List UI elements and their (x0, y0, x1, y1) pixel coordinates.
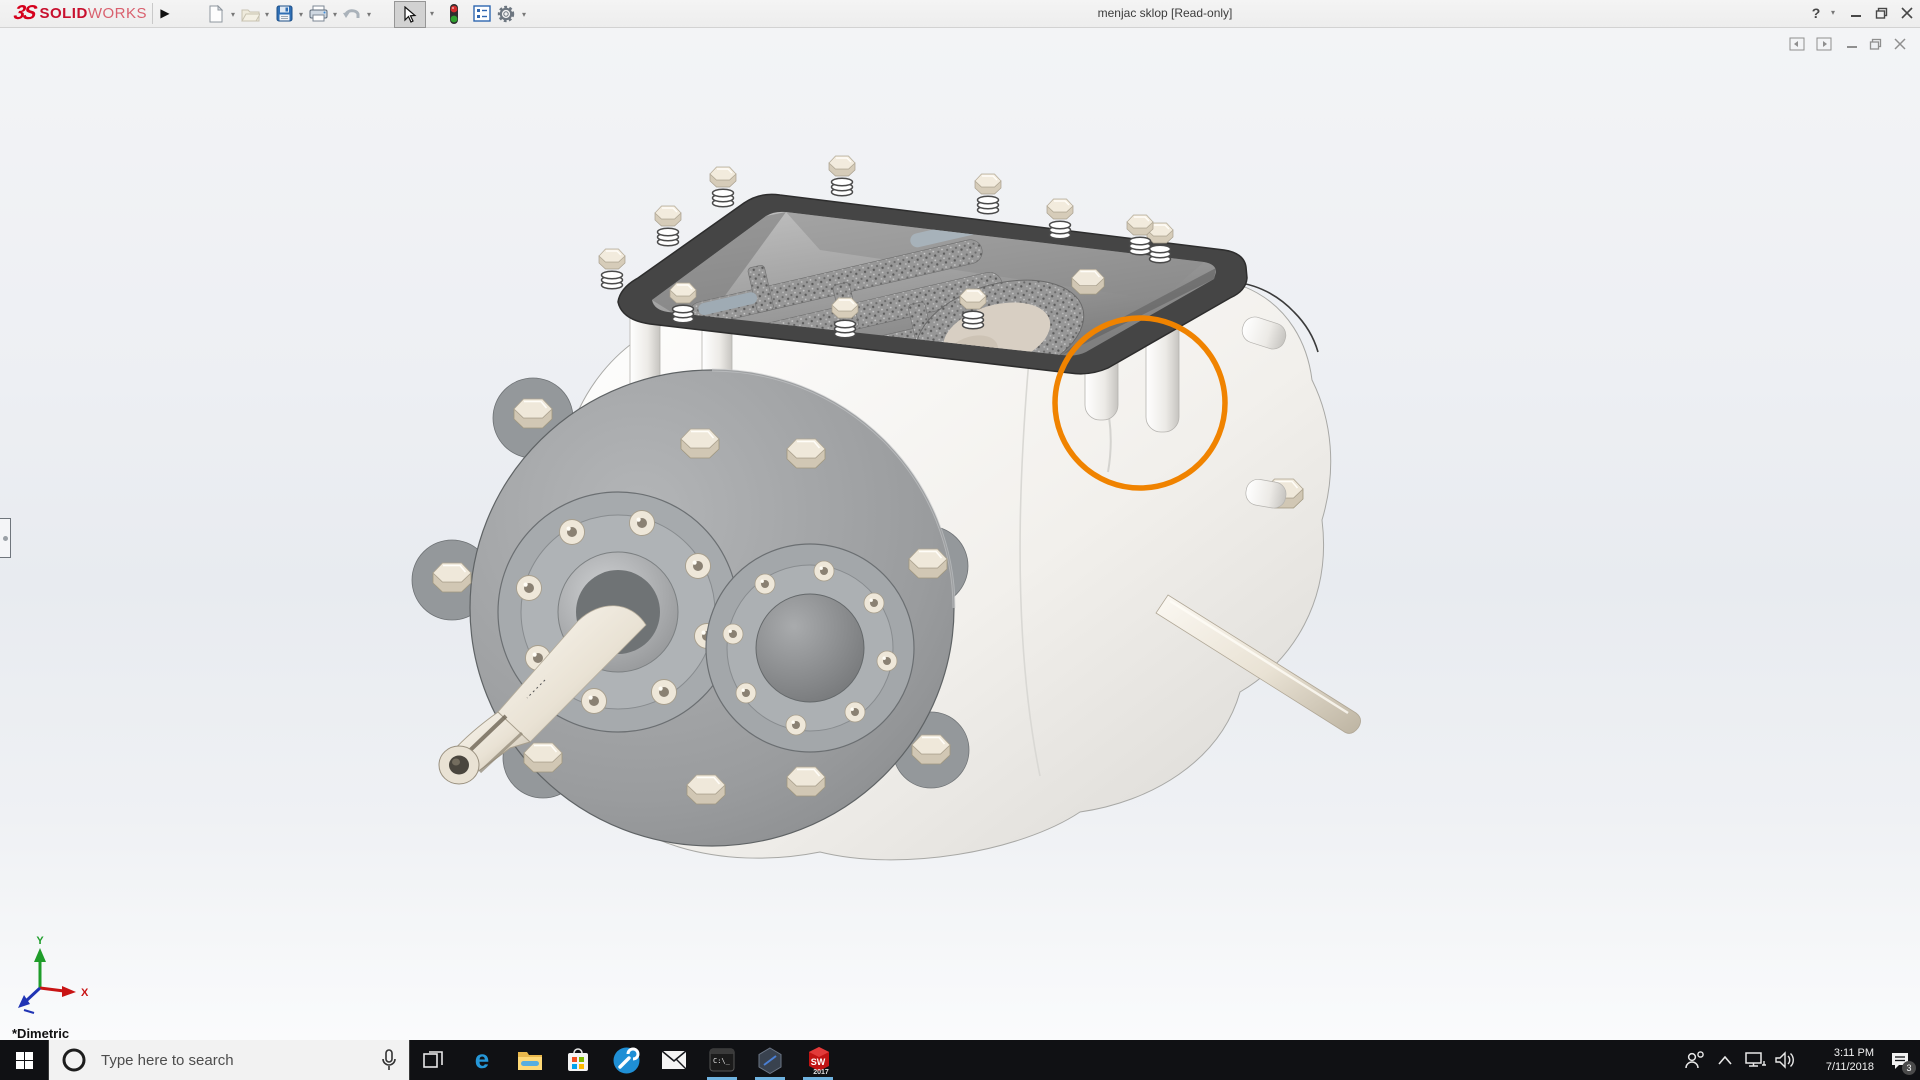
restore-icon (1875, 7, 1887, 19)
volume-button[interactable] (1770, 1040, 1800, 1080)
system-tray: 3:11 PM 7/11/2018 3 (1680, 1040, 1920, 1080)
triad-x-arrow-icon (62, 986, 76, 997)
brand-works: WORKS (87, 5, 147, 22)
ds-logo-icon: 3S (11, 2, 37, 24)
triad-y-label: Y (36, 935, 44, 947)
start-button[interactable] (0, 1040, 48, 1080)
taskbar-search-input[interactable]: Type here to search (48, 1040, 410, 1080)
graphics-area[interactable]: Y X *Dimetric (0, 28, 1920, 1041)
save-caret[interactable]: ▾ (296, 8, 306, 20)
rebuild-button[interactable] (442, 2, 466, 25)
open-folder-icon (240, 9, 260, 21)
options-gear-icon (497, 5, 515, 22)
save-button[interactable] (272, 2, 296, 25)
network-button[interactable] (1740, 1040, 1770, 1080)
file-properties-icon (473, 5, 491, 22)
microsoft-store-icon (568, 1048, 588, 1071)
new-document-button[interactable] (204, 2, 228, 25)
mail-icon (661, 1050, 687, 1070)
tray-overflow-button[interactable] (1710, 1040, 1740, 1080)
print-caret[interactable]: ▾ (330, 8, 340, 20)
tray-date: 7/11/2018 (1825, 1061, 1874, 1073)
windows-taskbar: Type here to search e C:\_ SW 2017 3:11 … (0, 1040, 1920, 1080)
select-cursor-icon (404, 6, 417, 23)
people-icon (1685, 1051, 1704, 1069)
task-view-icon (423, 1051, 443, 1068)
taskbar-support-app[interactable] (602, 1040, 650, 1080)
solidworks-logo: 3S SOLID WORKS (11, 2, 147, 25)
notification-badge: 3 (1902, 1061, 1916, 1075)
window-title: menjac sklop [Read-only] (1097, 6, 1233, 20)
hexagon-app-icon (758, 1046, 782, 1074)
taskbar-edge[interactable]: e (458, 1040, 506, 1080)
undo-button[interactable] (340, 2, 364, 25)
view-orientation-label: *Dimetric (12, 1026, 70, 1041)
minimize-button[interactable] (1846, 4, 1866, 22)
print-icon (309, 5, 327, 22)
open-caret[interactable]: ▾ (262, 8, 272, 20)
restore-button[interactable] (1871, 4, 1891, 22)
rebuild-traffic-light-icon (450, 3, 458, 24)
triad-y-arrow-icon (34, 948, 46, 962)
undo-caret[interactable]: ▾ (364, 8, 374, 20)
save-floppy-icon (276, 5, 292, 22)
toolbar-separator (152, 3, 153, 24)
cortana-icon (62, 1048, 86, 1072)
new-document-icon (209, 4, 224, 22)
svg-text:2017: 2017 (813, 1069, 829, 1075)
minimize-icon (1851, 15, 1861, 17)
open-button[interactable] (238, 2, 262, 25)
file-explorer-icon (518, 1052, 542, 1070)
new-document-caret[interactable]: ▾ (228, 8, 238, 20)
chevron-up-icon (1718, 1055, 1732, 1065)
edge-icon: e (475, 1046, 489, 1074)
wrench-app-icon (613, 1047, 639, 1073)
reference-triad[interactable]: Y X (18, 935, 89, 1014)
taskbar-solidworks[interactable]: SW 2017 (794, 1040, 842, 1080)
taskbar-file-explorer[interactable] (506, 1040, 554, 1080)
action-center-button[interactable]: 3 (1880, 1040, 1920, 1080)
taskbar-developer-app[interactable] (746, 1040, 794, 1080)
undo-icon (343, 8, 360, 18)
gearbox-3d-model[interactable]: Y X (0, 28, 1920, 1040)
options-button[interactable] (494, 2, 518, 25)
svg-text:e: e (475, 1046, 489, 1074)
print-button[interactable] (306, 2, 330, 25)
tray-time: 3:11 PM (1833, 1047, 1874, 1059)
close-button[interactable] (1897, 4, 1917, 22)
titlebar: 3S SOLID WORKS ▶ ▾ ▾ ▾ ▾ ▾ ▾ ▾ menjac sk… (0, 0, 1920, 28)
triad-x-label: X (81, 987, 89, 999)
select-tool-button[interactable] (394, 1, 426, 28)
solidworks-window: 3S SOLID WORKS ▶ ▾ ▾ ▾ ▾ ▾ ▾ ▾ menjac sk… (0, 0, 1920, 1080)
windows-logo-icon (15, 1051, 33, 1069)
svg-text:SW: SW (810, 1057, 825, 1067)
menu-flyout-arrow-icon[interactable]: ▶ (157, 1, 173, 25)
search-placeholder: Type here to search (101, 1051, 234, 1069)
taskbar-command-prompt[interactable]: C:\_ (698, 1040, 746, 1080)
taskbar-task-view[interactable] (410, 1040, 458, 1080)
clock[interactable]: 3:11 PM 7/11/2018 (1802, 1046, 1874, 1074)
help-button[interactable]: ? (1806, 4, 1826, 22)
help-caret[interactable]: ▾ (1828, 6, 1838, 18)
microphone-icon[interactable] (381, 1049, 397, 1071)
network-icon (1744, 1052, 1766, 1067)
taskbar-mail[interactable] (650, 1040, 698, 1080)
svg-text:C:\_: C:\_ (713, 1057, 731, 1065)
solidworks-2017-icon: SW 2017 (808, 1046, 829, 1075)
options-caret[interactable]: ▾ (519, 8, 529, 20)
command-prompt-icon: C:\_ (709, 1048, 735, 1072)
brand-solid: SOLID (39, 5, 88, 22)
speaker-icon (1775, 1051, 1794, 1069)
close-icon (1901, 7, 1913, 19)
people-button[interactable] (1680, 1040, 1710, 1080)
file-properties-button[interactable] (470, 2, 494, 25)
taskbar-microsoft-store[interactable] (554, 1040, 602, 1080)
bearing-flange-right (705, 543, 915, 753)
select-caret[interactable]: ▾ (427, 7, 437, 19)
